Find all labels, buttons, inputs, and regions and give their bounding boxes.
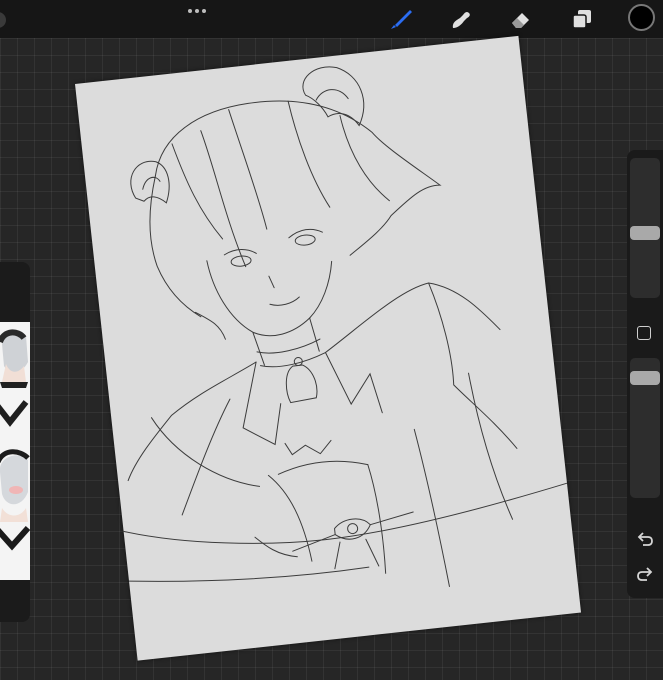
line-art-sketch (123, 66, 568, 587)
top-toolbar (0, 0, 663, 38)
modify-icon[interactable] (637, 326, 651, 340)
redo-icon[interactable] (635, 564, 655, 584)
brush-size-thumb[interactable] (630, 226, 660, 240)
more-dots-icon[interactable] (184, 4, 210, 18)
reference-image[interactable] (0, 322, 30, 580)
color-picker-button[interactable] (628, 4, 655, 31)
undo-icon[interactable] (635, 529, 655, 549)
right-sidebar (627, 150, 663, 598)
gallery-button[interactable] (0, 12, 6, 28)
brush-icon[interactable] (388, 6, 414, 32)
eraser-icon[interactable] (508, 6, 534, 32)
smudge-icon[interactable] (448, 6, 474, 32)
sketch-canvas[interactable] (75, 35, 582, 661)
layers-icon[interactable] (569, 6, 595, 32)
brush-opacity-thumb[interactable] (630, 371, 660, 385)
